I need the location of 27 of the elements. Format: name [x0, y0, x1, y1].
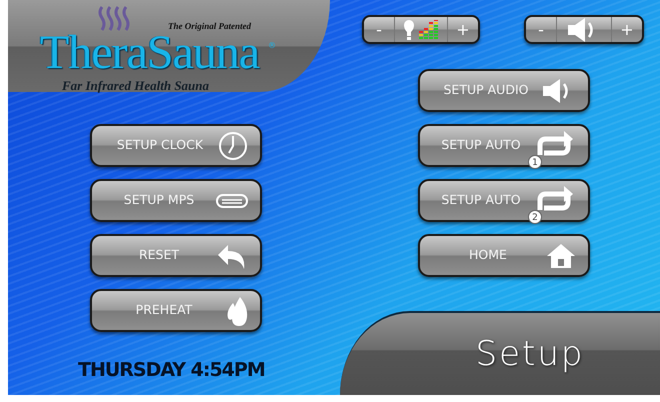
date-time-display: THURSDAY 4:54PM [78, 358, 266, 383]
clock-icon [218, 130, 248, 160]
menu-button[interactable]: RESET [90, 234, 262, 277]
number-badge: 2 [528, 210, 542, 224]
menu-button[interactable]: SETUP AUDIO [418, 69, 590, 112]
brand-subtitle: Far Infrared Health Sauna [62, 79, 210, 94]
decrease-button[interactable]: - [364, 17, 394, 42]
menu-button[interactable]: SETUP CLOCK [90, 124, 262, 167]
trademark-sign: ® [268, 40, 276, 52]
menu-button[interactable]: PREHEAT [90, 289, 262, 332]
level-bars-icon [418, 20, 440, 40]
menu-button[interactable]: SETUP AUTO 1 [418, 124, 590, 167]
strip-icon [216, 194, 248, 208]
brand-logo-text: TheraSauna [40, 34, 260, 72]
menu-button[interactable]: HOME [418, 234, 590, 277]
increase-button[interactable]: + [612, 17, 642, 42]
menu-button[interactable]: SETUP MPS [90, 179, 262, 222]
number-badge: 1 [528, 154, 542, 168]
house-icon [546, 242, 576, 268]
screen-title: Setup [474, 332, 584, 376]
brand-tagline: The Original Patented [168, 20, 251, 33]
decrease-button[interactable]: - [526, 17, 556, 42]
bulb-icon [402, 18, 414, 40]
flame-icon [226, 294, 248, 326]
increase-button[interactable]: + [448, 17, 478, 42]
menu-button[interactable]: SETUP AUTO 2 [418, 179, 590, 222]
steam-icon [96, 5, 132, 31]
